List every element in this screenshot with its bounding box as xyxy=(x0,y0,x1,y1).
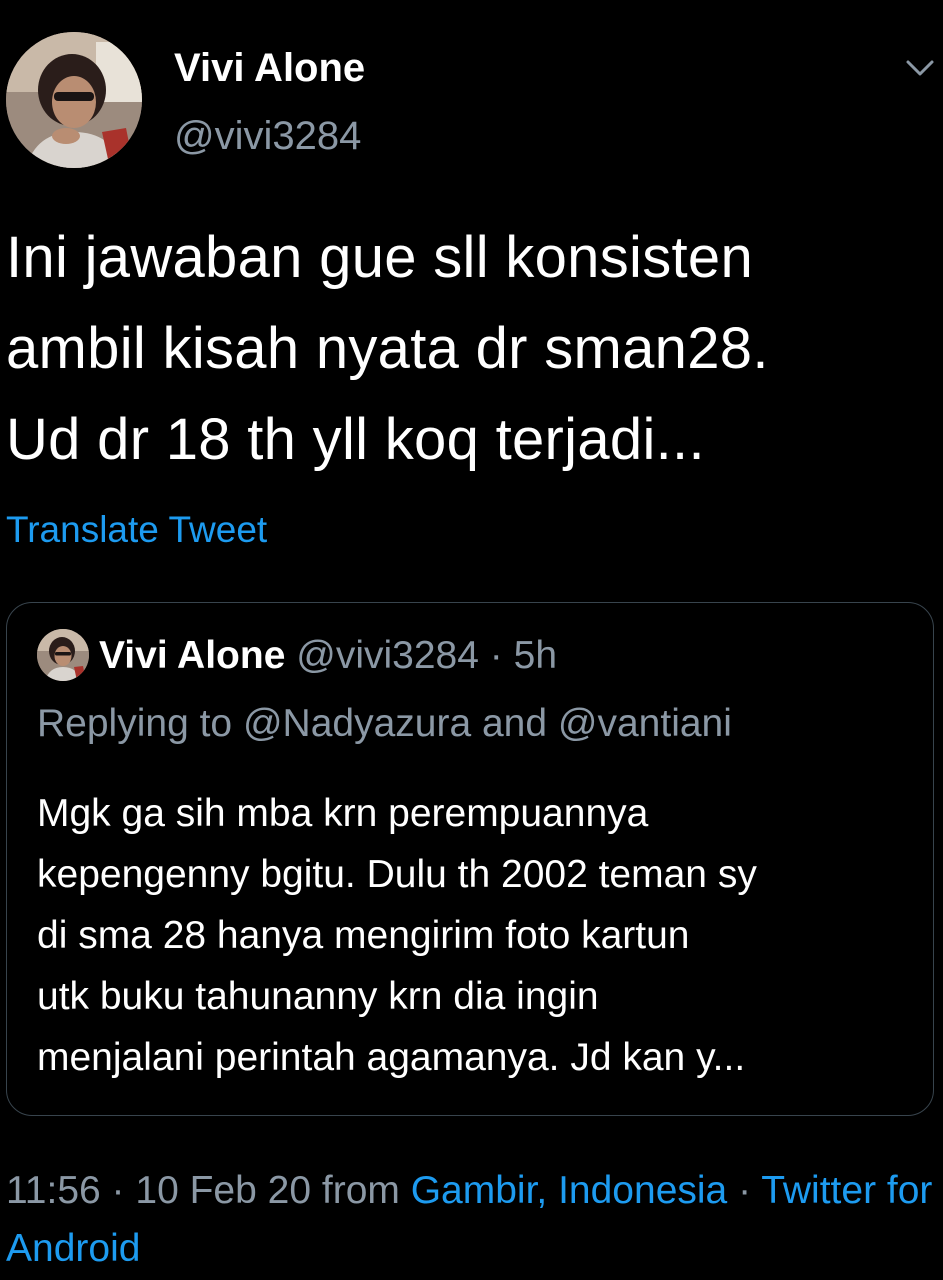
quoted-avatar[interactable] xyxy=(37,629,89,681)
location-link[interactable]: Gambir, Indonesia xyxy=(411,1169,728,1212)
tweet-text: Ini jawaban gue sll konsisten ambil kisa… xyxy=(6,225,769,472)
translate-tweet-link[interactable]: Translate Tweet xyxy=(6,508,267,552)
tweet-detail: Vivi Alone @vivi3284 Ini jawaban gue sll… xyxy=(0,0,943,1280)
quoted-separator: · xyxy=(489,634,503,677)
from-label: from xyxy=(321,1169,400,1212)
quoted-tweet[interactable]: Vivi Alone @vivi3284 · 5h Replying to @N… xyxy=(6,602,934,1116)
quoted-timestamp: 5h xyxy=(513,634,558,677)
avatar-photo xyxy=(6,32,142,168)
quoted-handle[interactable]: @vivi3284 xyxy=(296,634,479,677)
author-handle[interactable]: @vivi3284 xyxy=(174,112,361,160)
tweet-meta: 11:56 · 10 Feb 20 from Gambir, Indonesia… xyxy=(6,1162,938,1278)
quoted-avatar-photo xyxy=(37,629,89,681)
quoted-display-name[interactable]: Vivi Alone xyxy=(99,634,285,677)
tweet-date: 10 Feb 20 xyxy=(135,1169,312,1212)
meta-separator: · xyxy=(111,1169,125,1212)
avatar[interactable] xyxy=(6,32,142,168)
quoted-header: Vivi Alone @vivi3284 · 5h xyxy=(99,633,557,679)
quoted-text: Mgk ga sih mba krn perempuannya kepengen… xyxy=(37,792,757,1079)
meta-separator: · xyxy=(738,1169,752,1212)
author-display-name[interactable]: Vivi Alone xyxy=(174,44,365,92)
chevron-down-icon[interactable] xyxy=(904,56,936,80)
tweet-time: 11:56 xyxy=(6,1169,101,1212)
quoted-replying-to: Replying to @Nadyazura and @vantiani xyxy=(37,702,732,745)
